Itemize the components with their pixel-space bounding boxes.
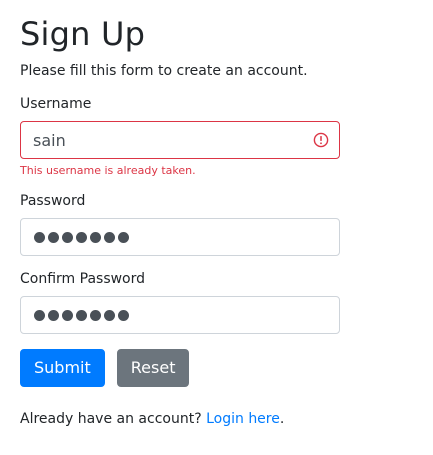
password-dot <box>48 309 59 321</box>
username-input-wrap <box>20 121 340 159</box>
password-group: Password <box>20 191 340 256</box>
password-label: Password <box>20 193 86 209</box>
confirm-password-input[interactable] <box>20 296 340 334</box>
exclamation-circle-icon <box>313 132 329 148</box>
login-prompt: Already have an account? Login here. <box>20 409 340 429</box>
confirm-password-mask <box>34 297 129 333</box>
password-dot <box>90 309 101 321</box>
password-input[interactable] <box>20 218 340 256</box>
intro-text: Please fill this form to create an accou… <box>20 63 308 79</box>
password-dot <box>104 309 115 321</box>
form-buttons: Submit Reset <box>20 349 340 387</box>
password-dot <box>48 231 59 243</box>
username-input[interactable] <box>20 121 340 159</box>
login-prompt-period: . <box>279 411 285 427</box>
username-error: This username is already taken. <box>20 164 196 177</box>
username-group: Username This username is already taken. <box>20 94 340 178</box>
login-link[interactable]: Login here <box>206 411 280 427</box>
password-dot <box>62 309 73 321</box>
password-dot <box>118 231 129 243</box>
password-dot <box>118 309 129 321</box>
password-mask <box>34 219 129 255</box>
password-dot <box>34 231 45 243</box>
page-title: Sign Up <box>20 15 146 53</box>
password-dot <box>104 231 115 243</box>
confirm-password-label: Confirm Password <box>20 271 146 287</box>
login-prompt-text: Already have an account? <box>20 411 202 427</box>
signup-container: Sign Up Please fill this form to create … <box>20 14 340 443</box>
username-label: Username <box>20 96 92 112</box>
reset-button[interactable]: Reset <box>116 349 190 387</box>
password-dot <box>34 309 45 321</box>
password-dot <box>62 231 73 243</box>
password-dot <box>76 309 87 321</box>
submit-button[interactable]: Submit <box>20 349 105 387</box>
signup-form: Username This username is already taken.… <box>20 94 340 387</box>
confirm-password-group: Confirm Password <box>20 269 340 334</box>
password-dot <box>90 231 101 243</box>
password-dot <box>76 231 87 243</box>
